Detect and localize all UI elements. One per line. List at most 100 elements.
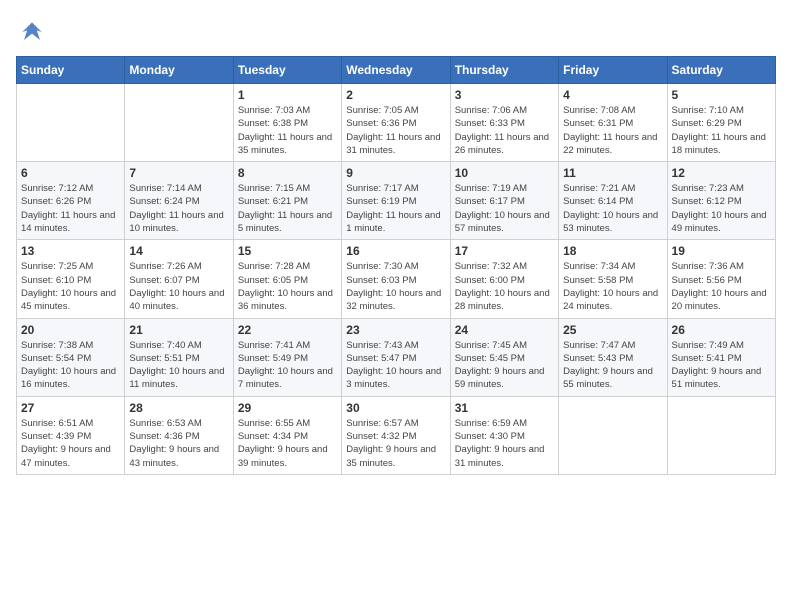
calendar-header-monday: Monday: [125, 57, 233, 84]
calendar-week-row: 6 Sunrise: 7:12 AM Sunset: 6:26 PM Daylig…: [17, 162, 776, 240]
calendar-cell: 4 Sunrise: 7:08 AM Sunset: 6:31 PM Daylig…: [559, 84, 667, 162]
day-info: Sunrise: 7:34 AM Sunset: 5:58 PM Dayligh…: [563, 260, 662, 313]
calendar-cell: [17, 84, 125, 162]
calendar-cell: 19Sunrise: 7:36 AM Sunset: 5:56 PM Dayli…: [667, 240, 775, 318]
calendar-cell: 26 Sunrise: 7:49 AM Sunset: 5:41 PM Dayli…: [667, 318, 775, 396]
calendar-cell: 23 Sunrise: 7:43 AM Sunset: 5:47 PM Dayli…: [342, 318, 450, 396]
calendar-cell: 17 Sunrise: 7:32 AM Sunset: 6:00 PM Dayli…: [450, 240, 558, 318]
day-number: 6: [21, 166, 120, 180]
calendar-cell: 21 Sunrise: 7:40 AM Sunset: 5:51 PM Dayli…: [125, 318, 233, 396]
calendar-header-tuesday: Tuesday: [233, 57, 341, 84]
page-header: [16, 16, 776, 48]
calendar-cell: 11 Sunrise: 7:21 AM Sunset: 6:14 PM Dayli…: [559, 162, 667, 240]
calendar-cell: 8Sunrise: 7:15 AM Sunset: 6:21 PM Daylig…: [233, 162, 341, 240]
calendar-cell: 14 Sunrise: 7:26 AM Sunset: 6:07 PM Dayli…: [125, 240, 233, 318]
day-info: Sunrise: 7:25 AM Sunset: 6:10 PM Dayligh…: [21, 260, 120, 313]
day-number: 26: [672, 323, 771, 337]
calendar-header-saturday: Saturday: [667, 57, 775, 84]
day-info: Sunrise: 7:19 AM Sunset: 6:17 PM Dayligh…: [455, 182, 554, 235]
logo: [16, 16, 52, 48]
day-info: Sunrise: 7:28 AM Sunset: 6:05 PM Dayligh…: [238, 260, 337, 313]
day-number: 15: [238, 244, 337, 258]
day-number: 7: [129, 166, 228, 180]
day-number: 30: [346, 401, 445, 415]
calendar-header-thursday: Thursday: [450, 57, 558, 84]
calendar-week-row: 27 Sunrise: 6:51 AM Sunset: 4:39 PM Dayli…: [17, 396, 776, 474]
day-info: Sunrise: 6:59 AM Sunset: 4:30 PM Dayligh…: [455, 417, 554, 470]
calendar-cell: 1 Sunrise: 7:03 AM Sunset: 6:38 PM Daylig…: [233, 84, 341, 162]
calendar-cell: [667, 396, 775, 474]
day-info: Sunrise: 7:43 AM Sunset: 5:47 PM Dayligh…: [346, 339, 445, 392]
calendar-cell: [125, 84, 233, 162]
day-info: Sunrise: 7:40 AM Sunset: 5:51 PM Dayligh…: [129, 339, 228, 392]
day-info: Sunrise: 6:57 AM Sunset: 4:32 PM Dayligh…: [346, 417, 445, 470]
calendar-cell: 10Sunrise: 7:19 AM Sunset: 6:17 PM Dayli…: [450, 162, 558, 240]
day-number: 29: [238, 401, 337, 415]
day-number: 14: [129, 244, 228, 258]
calendar-cell: 9 Sunrise: 7:17 AM Sunset: 6:19 PM Daylig…: [342, 162, 450, 240]
day-info: Sunrise: 7:47 AM Sunset: 5:43 PM Dayligh…: [563, 339, 662, 392]
day-number: 5: [672, 88, 771, 102]
day-info: Sunrise: 7:08 AM Sunset: 6:31 PM Dayligh…: [563, 104, 662, 157]
day-info: Sunrise: 7:41 AM Sunset: 5:49 PM Dayligh…: [238, 339, 337, 392]
day-number: 12: [672, 166, 771, 180]
day-info: Sunrise: 7:12 AM Sunset: 6:26 PM Dayligh…: [21, 182, 120, 235]
calendar-cell: 22 Sunrise: 7:41 AM Sunset: 5:49 PM Dayli…: [233, 318, 341, 396]
day-number: 18: [563, 244, 662, 258]
day-info: Sunrise: 7:14 AM Sunset: 6:24 PM Dayligh…: [129, 182, 228, 235]
day-number: 24: [455, 323, 554, 337]
calendar-week-row: 1 Sunrise: 7:03 AM Sunset: 6:38 PM Daylig…: [17, 84, 776, 162]
calendar-cell: 7 Sunrise: 7:14 AM Sunset: 6:24 PM Daylig…: [125, 162, 233, 240]
day-number: 4: [563, 88, 662, 102]
day-number: 16: [346, 244, 445, 258]
day-number: 1: [238, 88, 337, 102]
day-number: 21: [129, 323, 228, 337]
day-number: 27: [21, 401, 120, 415]
day-info: Sunrise: 7:05 AM Sunset: 6:36 PM Dayligh…: [346, 104, 445, 157]
calendar-cell: 6 Sunrise: 7:12 AM Sunset: 6:26 PM Daylig…: [17, 162, 125, 240]
day-info: Sunrise: 7:30 AM Sunset: 6:03 PM Dayligh…: [346, 260, 445, 313]
day-info: Sunrise: 7:17 AM Sunset: 6:19 PM Dayligh…: [346, 182, 445, 235]
day-number: 22: [238, 323, 337, 337]
calendar-cell: 24 Sunrise: 7:45 AM Sunset: 5:45 PM Dayli…: [450, 318, 558, 396]
logo-icon: [16, 16, 48, 48]
day-number: 28: [129, 401, 228, 415]
day-number: 23: [346, 323, 445, 337]
calendar-header-friday: Friday: [559, 57, 667, 84]
day-number: 17: [455, 244, 554, 258]
day-info: Sunrise: 7:45 AM Sunset: 5:45 PM Dayligh…: [455, 339, 554, 392]
calendar-cell: 20Sunrise: 7:38 AM Sunset: 5:54 PM Dayli…: [17, 318, 125, 396]
calendar-cell: 30 Sunrise: 6:57 AM Sunset: 4:32 PM Dayli…: [342, 396, 450, 474]
day-number: 9: [346, 166, 445, 180]
day-number: 13: [21, 244, 120, 258]
day-info: Sunrise: 6:53 AM Sunset: 4:36 PM Dayligh…: [129, 417, 228, 470]
calendar-cell: 27 Sunrise: 6:51 AM Sunset: 4:39 PM Dayli…: [17, 396, 125, 474]
calendar-cell: 28 Sunrise: 6:53 AM Sunset: 4:36 PM Dayli…: [125, 396, 233, 474]
calendar-cell: 29Sunrise: 6:55 AM Sunset: 4:34 PM Dayli…: [233, 396, 341, 474]
day-info: Sunrise: 6:51 AM Sunset: 4:39 PM Dayligh…: [21, 417, 120, 470]
day-info: Sunrise: 7:06 AM Sunset: 6:33 PM Dayligh…: [455, 104, 554, 157]
day-number: 25: [563, 323, 662, 337]
day-number: 31: [455, 401, 554, 415]
calendar-cell: 3 Sunrise: 7:06 AM Sunset: 6:33 PM Daylig…: [450, 84, 558, 162]
calendar-week-row: 20Sunrise: 7:38 AM Sunset: 5:54 PM Dayli…: [17, 318, 776, 396]
calendar-header-wednesday: Wednesday: [342, 57, 450, 84]
day-number: 3: [455, 88, 554, 102]
day-info: Sunrise: 7:49 AM Sunset: 5:41 PM Dayligh…: [672, 339, 771, 392]
calendar-cell: 5 Sunrise: 7:10 AM Sunset: 6:29 PM Daylig…: [667, 84, 775, 162]
day-info: Sunrise: 7:21 AM Sunset: 6:14 PM Dayligh…: [563, 182, 662, 235]
day-info: Sunrise: 7:10 AM Sunset: 6:29 PM Dayligh…: [672, 104, 771, 157]
calendar-cell: 16 Sunrise: 7:30 AM Sunset: 6:03 PM Dayli…: [342, 240, 450, 318]
calendar-cell: 15 Sunrise: 7:28 AM Sunset: 6:05 PM Dayli…: [233, 240, 341, 318]
calendar-cell: [559, 396, 667, 474]
day-number: 11: [563, 166, 662, 180]
day-info: Sunrise: 7:23 AM Sunset: 6:12 PM Dayligh…: [672, 182, 771, 235]
day-number: 20: [21, 323, 120, 337]
calendar-week-row: 13 Sunrise: 7:25 AM Sunset: 6:10 PM Dayli…: [17, 240, 776, 318]
calendar-cell: 18 Sunrise: 7:34 AM Sunset: 5:58 PM Dayli…: [559, 240, 667, 318]
calendar-cell: 31 Sunrise: 6:59 AM Sunset: 4:30 PM Dayli…: [450, 396, 558, 474]
calendar-cell: 13 Sunrise: 7:25 AM Sunset: 6:10 PM Dayli…: [17, 240, 125, 318]
day-info: Sunrise: 7:03 AM Sunset: 6:38 PM Dayligh…: [238, 104, 337, 157]
day-info: Sunrise: 7:32 AM Sunset: 6:00 PM Dayligh…: [455, 260, 554, 313]
day-info: Sunrise: 7:26 AM Sunset: 6:07 PM Dayligh…: [129, 260, 228, 313]
